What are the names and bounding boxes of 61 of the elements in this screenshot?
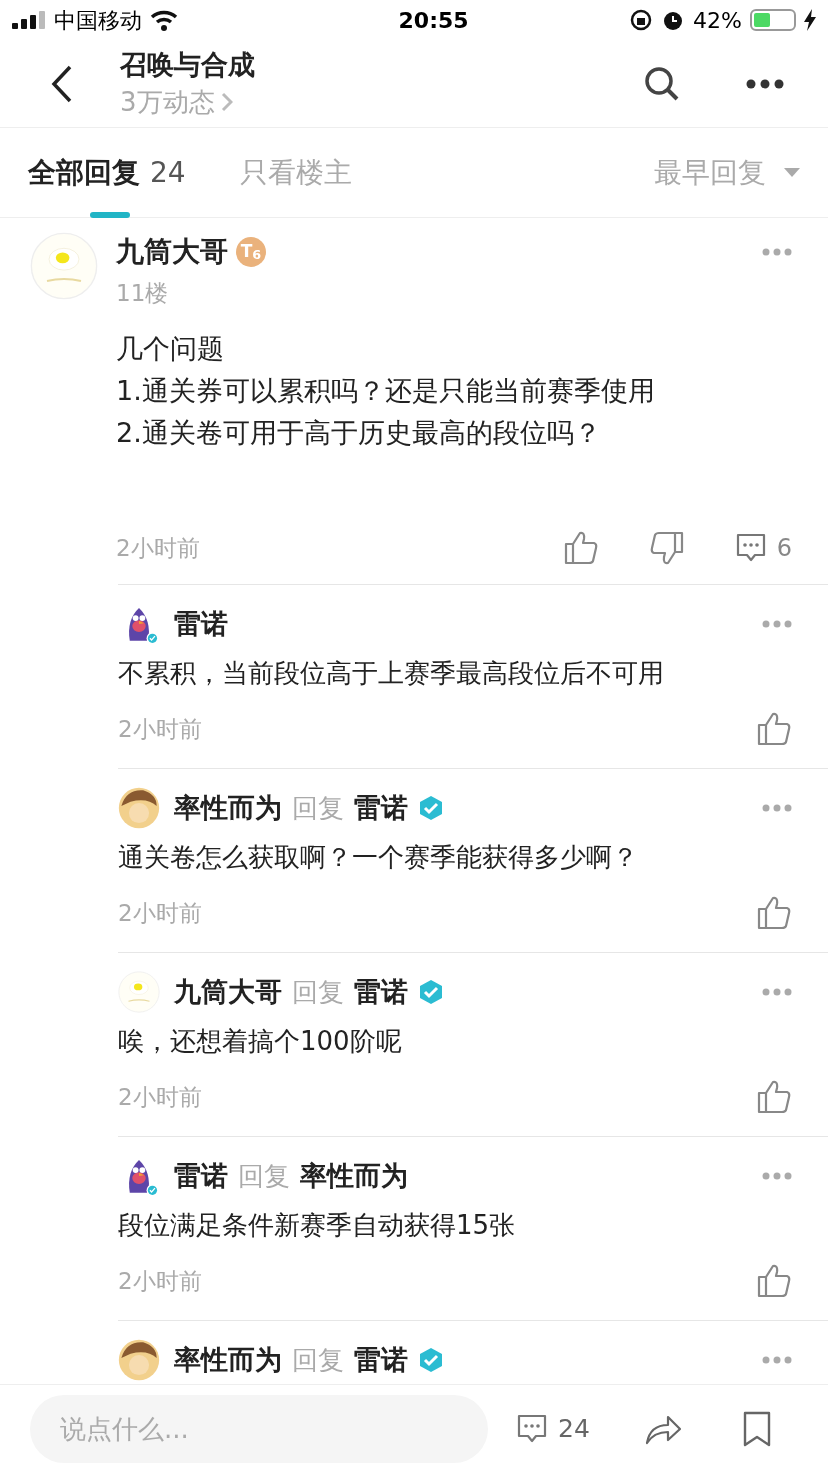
more-options-icon[interactable]: [762, 1172, 792, 1180]
reply-label: 回复: [292, 975, 344, 1009]
carrier-name: 中国移动: [54, 6, 142, 35]
bookmark-icon[interactable]: [741, 1410, 772, 1447]
author-name[interactable]: 率性而为: [174, 787, 282, 829]
more-options-icon[interactable]: [762, 1356, 792, 1364]
comment-count: 6: [776, 533, 792, 564]
more-options-icon[interactable]: [762, 620, 792, 628]
more-icon[interactable]: [746, 78, 784, 89]
reply-text: 不累积，当前段位高于上赛季最高段位后不可用: [118, 657, 665, 690]
comment-total: 24: [558, 1412, 590, 1445]
clock-time: 20:55: [398, 6, 469, 35]
author-name[interactable]: 率性而为: [300, 1155, 408, 1197]
more-options-icon[interactable]: [762, 248, 792, 256]
charging-icon: [804, 9, 816, 31]
post-text: 1.通关券可以累积吗？还是只能当前赛季使用: [116, 374, 656, 408]
dropdown-caret-icon: [784, 167, 800, 178]
post-text: 2.通关卷可用于高于历史最高的段位吗？: [116, 416, 602, 450]
thumbs-up-icon[interactable]: [756, 1079, 792, 1115]
floor-number: 11楼: [116, 279, 170, 308]
level-badge: T$_{6}$: [236, 237, 266, 267]
signal-icon: [12, 11, 46, 29]
reply-time: 2小时前: [118, 1082, 202, 1112]
reply-time: 2小时前: [118, 1266, 202, 1296]
author-name[interactable]: 率性而为: [174, 1339, 282, 1381]
comment-input[interactable]: 说点什么...: [30, 1394, 488, 1463]
search-icon[interactable]: [644, 65, 680, 102]
forum-title: 召唤与合成: [120, 47, 256, 82]
author-name[interactable]: 雷诺: [354, 787, 408, 829]
thumbs-up-icon[interactable]: [756, 1263, 792, 1299]
thumbs-up-icon[interactable]: [562, 530, 599, 566]
rotation-lock-icon: [629, 8, 654, 32]
reply-text: 唉，还想着搞个100阶呢: [118, 1025, 403, 1058]
author-name[interactable]: 雷诺: [354, 971, 408, 1013]
reply-label: 回复: [292, 791, 344, 825]
comments-icon[interactable]: [516, 1413, 548, 1444]
reply-text: 段位满足条件新赛季自动获得15张: [118, 1209, 517, 1242]
comment-icon[interactable]: [734, 533, 767, 563]
thumbs-down-icon[interactable]: [648, 530, 685, 566]
reply-time: 2小时前: [118, 898, 202, 928]
chevron-right-icon: [220, 91, 233, 112]
author-name[interactable]: 雷诺: [174, 603, 228, 645]
reply-label: 回复: [238, 1159, 290, 1193]
battery-icon: [750, 9, 796, 31]
thumbs-up-icon[interactable]: [756, 895, 792, 931]
post-time: 2小时前: [116, 533, 200, 563]
author-name[interactable]: 雷诺: [354, 1339, 408, 1381]
reply-text: 通关卷怎么获取啊？一个赛季能获得多少啊？: [118, 841, 639, 874]
reply-time: 2小时前: [118, 714, 202, 744]
more-options-icon[interactable]: [762, 804, 792, 812]
more-options-icon[interactable]: [762, 988, 792, 996]
wifi-icon: [150, 9, 178, 31]
battery-percent: 42%: [693, 6, 742, 35]
filter-tab[interactable]: 全部回复 24: [28, 127, 186, 218]
author-name[interactable]: 九筒大哥: [174, 971, 282, 1013]
back-icon[interactable]: [50, 64, 74, 103]
thumbs-up-icon[interactable]: [756, 711, 792, 747]
author-name[interactable]: 雷诺: [174, 1155, 228, 1197]
post-text: 几个问题: [116, 332, 225, 366]
reply-label: 回复: [292, 1343, 344, 1377]
author-name[interactable]: 九筒大哥: [116, 231, 228, 273]
